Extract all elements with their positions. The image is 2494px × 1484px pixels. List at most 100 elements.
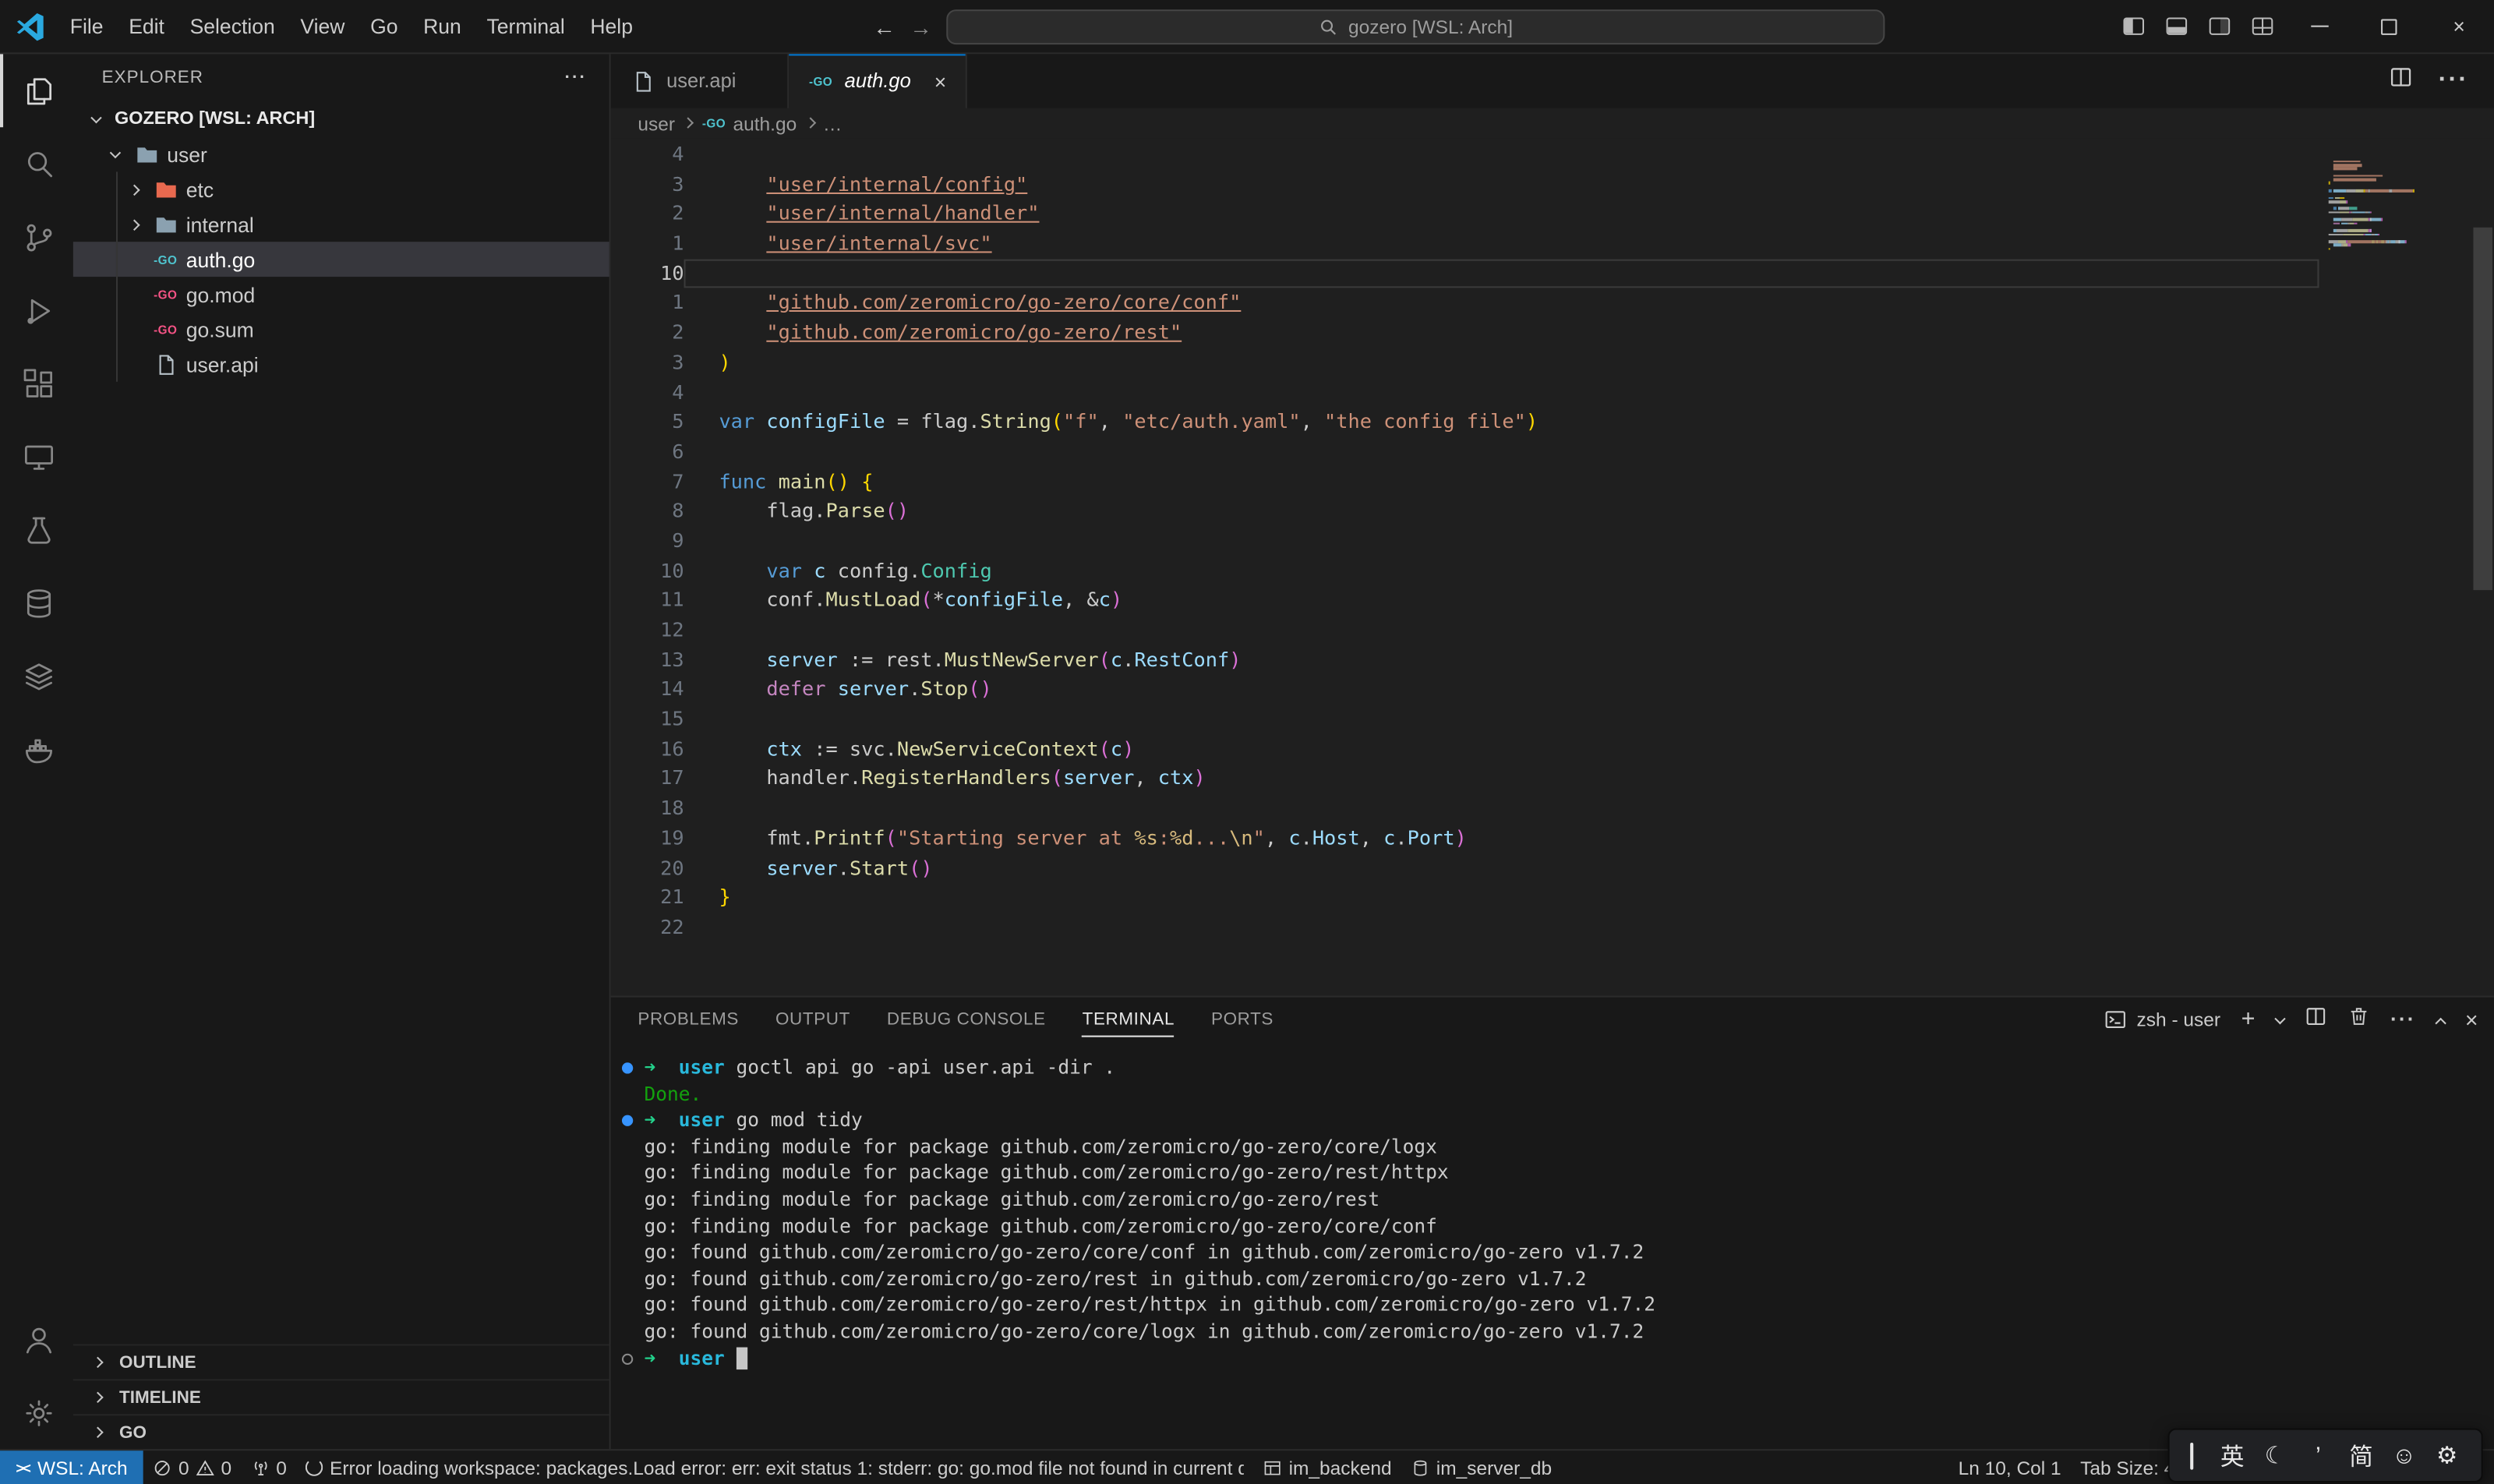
activitybar-run-debug[interactable]: [0, 274, 73, 347]
ime-fullwidth-moon-icon[interactable]: ☾: [2254, 1441, 2297, 1470]
toggle-sidebar-button[interactable]: [2112, 0, 2155, 53]
menu-terminal[interactable]: Terminal: [474, 9, 578, 42]
tree-item-internal[interactable]: internal: [73, 207, 609, 242]
db-connection-server[interactable]: im_server_db: [1401, 1450, 1562, 1484]
code-line[interactable]: 6: [611, 437, 2319, 467]
code-editor[interactable]: 43 "user/internal/config"2 "user/interna…: [611, 139, 2494, 996]
customize-layout-button[interactable]: [2241, 0, 2284, 53]
sidebar-section-outline[interactable]: OUTLINE: [73, 1344, 609, 1379]
minimize-button[interactable]: [2284, 0, 2354, 53]
code-line[interactable]: 1 "github.com/zeromicro/go-zero/core/con…: [611, 288, 2319, 318]
maximize-panel-icon[interactable]: [2435, 1018, 2446, 1029]
code-line[interactable]: 4: [611, 140, 2319, 170]
tree-item-etc[interactable]: etc: [73, 171, 609, 207]
panel-tab-ports[interactable]: PORTS: [1211, 998, 1273, 1041]
ime-settings-icon[interactable]: ⚙: [2425, 1441, 2468, 1470]
panel-tab-output[interactable]: OUTPUT: [775, 998, 850, 1041]
code-line[interactable]: 13 server := rest.MustNewServer(c.RestCo…: [611, 645, 2319, 675]
kill-terminal-button[interactable]: [2347, 1005, 2370, 1033]
command-center-search[interactable]: gozero [WSL: Arch]: [946, 9, 1885, 44]
code-line[interactable]: 1 "user/internal/svc": [611, 229, 2319, 259]
activitybar-extensions[interactable]: [0, 347, 73, 420]
code-line[interactable]: 4: [611, 378, 2319, 408]
code-line[interactable]: 15: [611, 705, 2319, 734]
activitybar-docker[interactable]: [0, 712, 73, 786]
activitybar-source-control[interactable]: [0, 200, 73, 274]
activitybar-search[interactable]: [0, 127, 73, 200]
tree-item-go-sum[interactable]: -GOgo.sum: [73, 312, 609, 347]
code-line[interactable]: 9: [611, 526, 2319, 556]
code-line[interactable]: 19 fmt.Printf("Starting server at %s:%d.…: [611, 824, 2319, 853]
menu-file[interactable]: File: [57, 9, 115, 42]
editor-scrollbar[interactable]: [2471, 139, 2494, 996]
panel-tab-problems[interactable]: PROBLEMS: [638, 998, 739, 1041]
code-line[interactable]: 10: [611, 259, 2319, 288]
code-line[interactable]: 16 ctx := svc.NewServiceContext(c): [611, 734, 2319, 764]
editor-tab-auth-go[interactable]: -GOauth.go×: [789, 54, 967, 108]
panel-tab-debug-console[interactable]: DEBUG CONSOLE: [887, 998, 1046, 1041]
db-connection-backend[interactable]: im_backend: [1254, 1450, 1401, 1484]
split-terminal-button[interactable]: [2305, 1005, 2327, 1033]
activitybar-explorer[interactable]: [0, 54, 73, 127]
split-editor-button[interactable]: [2389, 65, 2413, 97]
menu-go[interactable]: Go: [358, 9, 411, 42]
menu-run[interactable]: Run: [411, 9, 474, 42]
terminal-instance-label[interactable]: zsh - user: [2105, 1008, 2220, 1030]
code-line[interactable]: 2 "user/internal/handler": [611, 200, 2319, 229]
breadcrumb-item[interactable]: …: [823, 112, 842, 135]
menu-view[interactable]: View: [288, 9, 358, 42]
code-line[interactable]: 10 var c config.Config: [611, 556, 2319, 586]
code-line[interactable]: 22: [611, 913, 2319, 942]
cursor-position[interactable]: Ln 10, Col 1: [1948, 1450, 2071, 1484]
tree-item-go-mod[interactable]: -GOgo.mod: [73, 277, 609, 312]
command-decoration-done[interactable]: [622, 1115, 633, 1126]
tree-item-user-api[interactable]: user.api: [73, 347, 609, 382]
code-line[interactable]: 17 handler.RegisterHandlers(server, ctx): [611, 764, 2319, 793]
panel-tab-terminal[interactable]: TERMINAL: [1083, 998, 1175, 1041]
code-line[interactable]: 14 defer server.Stop(): [611, 675, 2319, 705]
activitybar-testing[interactable]: [0, 493, 73, 567]
sidebar-section-timeline[interactable]: TIMELINE: [73, 1379, 609, 1414]
maximize-button[interactable]: [2354, 0, 2424, 53]
breadcrumb-item[interactable]: -GOauth.go: [701, 111, 797, 136]
tree-item-auth-go[interactable]: -GOauth.go: [73, 242, 609, 277]
code-line[interactable]: 3): [611, 348, 2319, 378]
command-decoration-pending[interactable]: [622, 1353, 633, 1364]
ports-indicator[interactable]: 0: [241, 1450, 296, 1484]
code-line[interactable]: 7func main() {: [611, 467, 2319, 496]
menu-help[interactable]: Help: [578, 9, 645, 42]
terminal-profile-dropdown-icon[interactable]: [2274, 1013, 2285, 1024]
workspace-error-message[interactable]: Error loading workspace: packages.Load e…: [296, 1450, 1254, 1484]
editor-tab-user-api[interactable]: user.api: [611, 54, 790, 108]
code-line[interactable]: 20 server.Start(): [611, 853, 2319, 883]
tree-item-user[interactable]: user: [73, 137, 609, 172]
code-line[interactable]: 2 "github.com/zeromicro/go-zero/rest": [611, 318, 2319, 348]
problems-indicator[interactable]: 0 0: [143, 1450, 241, 1484]
minimap[interactable]: [2319, 139, 2471, 996]
menu-edit[interactable]: Edit: [116, 9, 177, 42]
activitybar-database[interactable]: [0, 567, 73, 640]
ime-language-icon[interactable]: 英: [2211, 1439, 2254, 1472]
code-line[interactable]: 8 flag.Parse(): [611, 496, 2319, 526]
code-line[interactable]: 5var configFile = flag.String("f", "etc/…: [611, 408, 2319, 437]
activitybar-layers[interactable]: [0, 639, 73, 712]
terminal-output[interactable]: ➜ user goctl api go -api user.api -dir .…: [611, 1041, 2494, 1449]
close-window-button[interactable]: ×: [2424, 0, 2494, 53]
toggle-secondary-sidebar-button[interactable]: [2198, 0, 2241, 53]
ime-punctuation-icon[interactable]: ’: [2297, 1442, 2340, 1469]
activitybar-settings[interactable]: [0, 1376, 73, 1449]
code-line[interactable]: 3 "user/internal/config": [611, 170, 2319, 200]
ime-emoji-icon[interactable]: ☺: [2383, 1442, 2425, 1469]
activitybar-accounts[interactable]: [0, 1302, 73, 1376]
command-decoration-done[interactable]: [622, 1062, 633, 1073]
code-line[interactable]: 21}: [611, 883, 2319, 913]
close-panel-button[interactable]: ×: [2465, 1006, 2478, 1032]
editor-more-actions-icon[interactable]: ···: [2439, 67, 2469, 96]
sidebar-section-go[interactable]: GO: [73, 1414, 609, 1449]
code-line[interactable]: 18: [611, 794, 2319, 824]
close-tab-icon[interactable]: ×: [925, 69, 947, 94]
panel-more-actions-icon[interactable]: ···: [2390, 1007, 2416, 1031]
breadcrumb-item[interactable]: user: [638, 112, 675, 135]
tree-root-gozero[interactable]: GOZERO [WSL: ARCH]: [73, 102, 609, 137]
menu-selection[interactable]: Selection: [177, 9, 288, 42]
